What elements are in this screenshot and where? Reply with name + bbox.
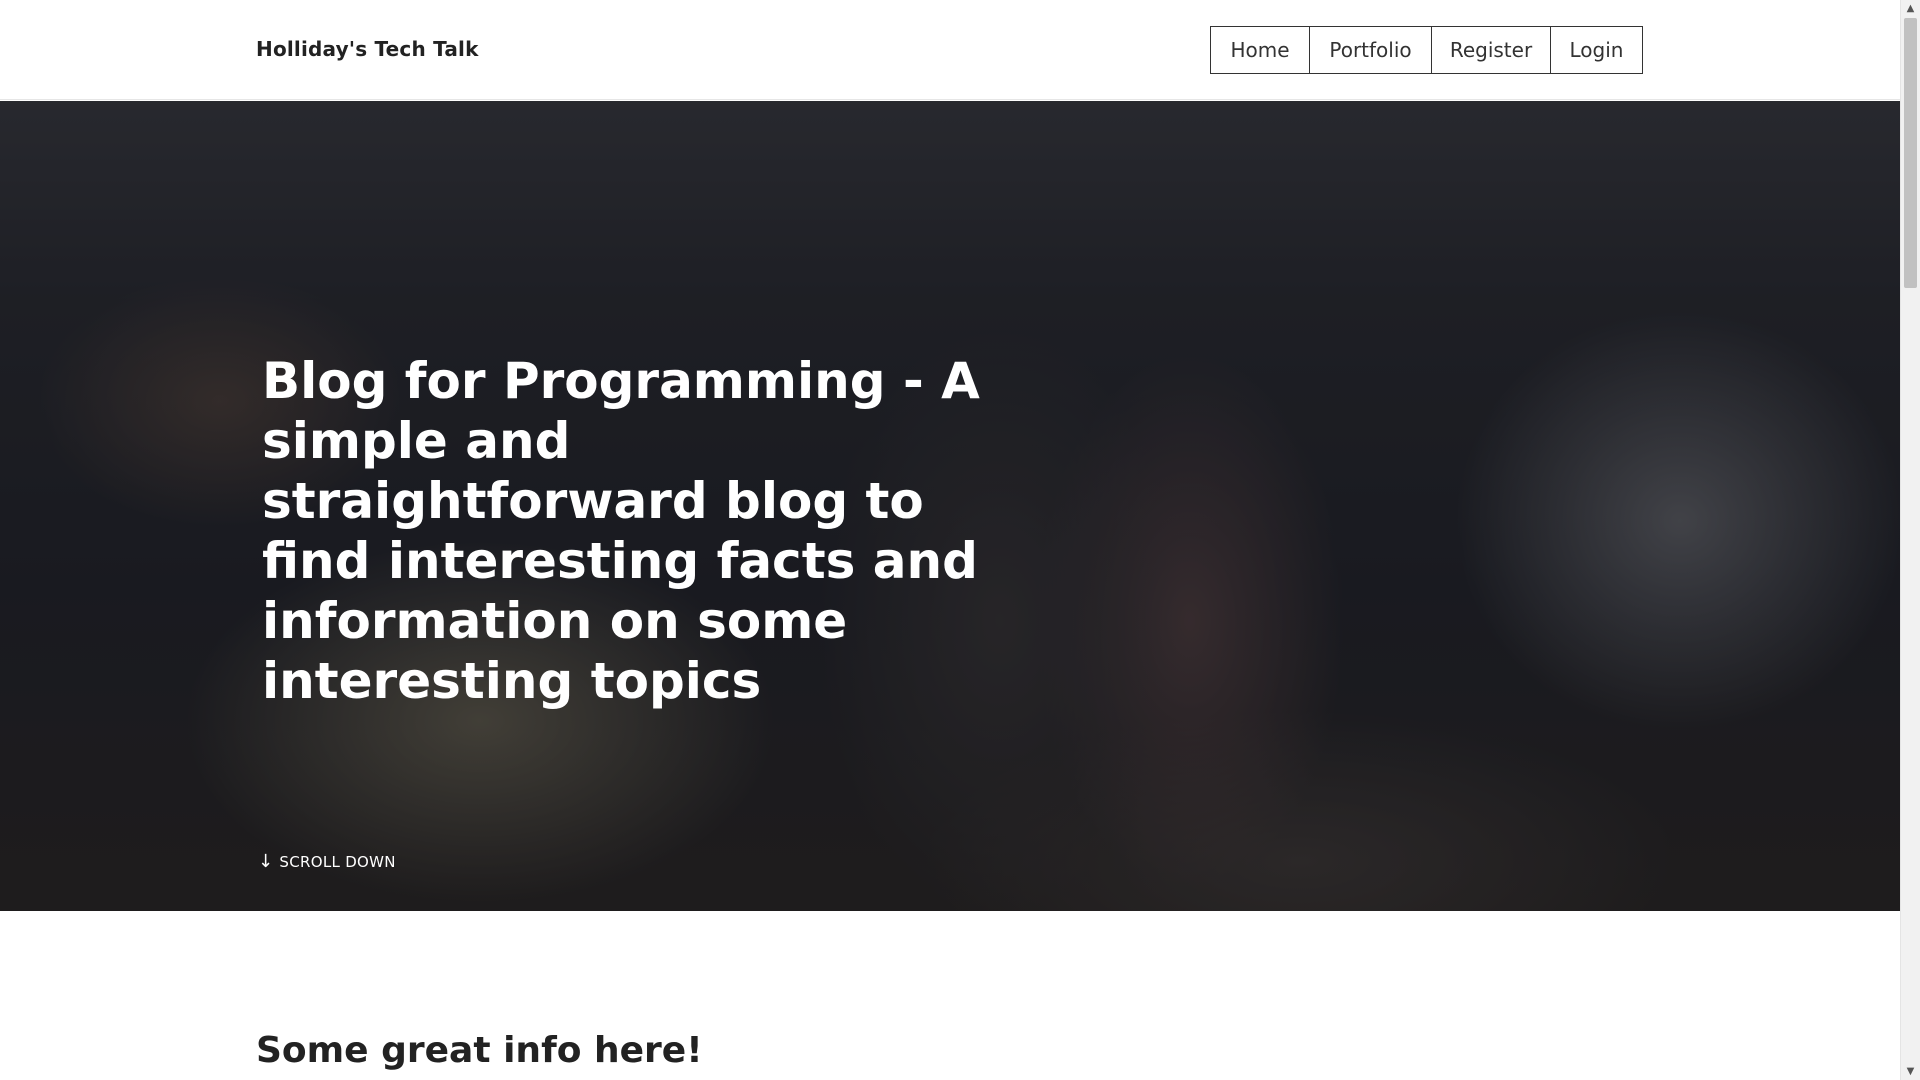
scroll-down-link[interactable]: ↓ SCROLL DOWN [258,851,396,872]
section-title: Some great info here! [256,1030,703,1071]
scrollbar-thumb[interactable] [1904,18,1917,288]
main-nav: Home Portfolio Register Login [1210,26,1643,74]
page: Holliday's Tech Talk Home Portfolio Regi… [0,0,1900,1080]
hero-title: Blog for Programming - A simple and stra… [262,352,980,710]
hero-section: Blog for Programming - A simple and stra… [0,101,1900,911]
scroll-up-arrow-icon[interactable]: ▲ [1901,0,1920,17]
nav-register-link[interactable]: Register [1431,26,1551,74]
site-brand[interactable]: Holliday's Tech Talk [256,37,479,61]
nav-login-link[interactable]: Login [1550,26,1643,74]
site-header: Holliday's Tech Talk Home Portfolio Regi… [0,0,1900,100]
nav-portfolio-link[interactable]: Portfolio [1309,26,1432,74]
scroll-down-label: SCROLL DOWN [279,853,396,871]
page-scrollbar[interactable]: ▲ ▼ [1900,0,1920,1080]
scroll-down-arrow-icon[interactable]: ▼ [1901,1063,1920,1080]
nav-home-link[interactable]: Home [1210,26,1310,74]
arrow-down-icon: ↓ [258,851,274,872]
